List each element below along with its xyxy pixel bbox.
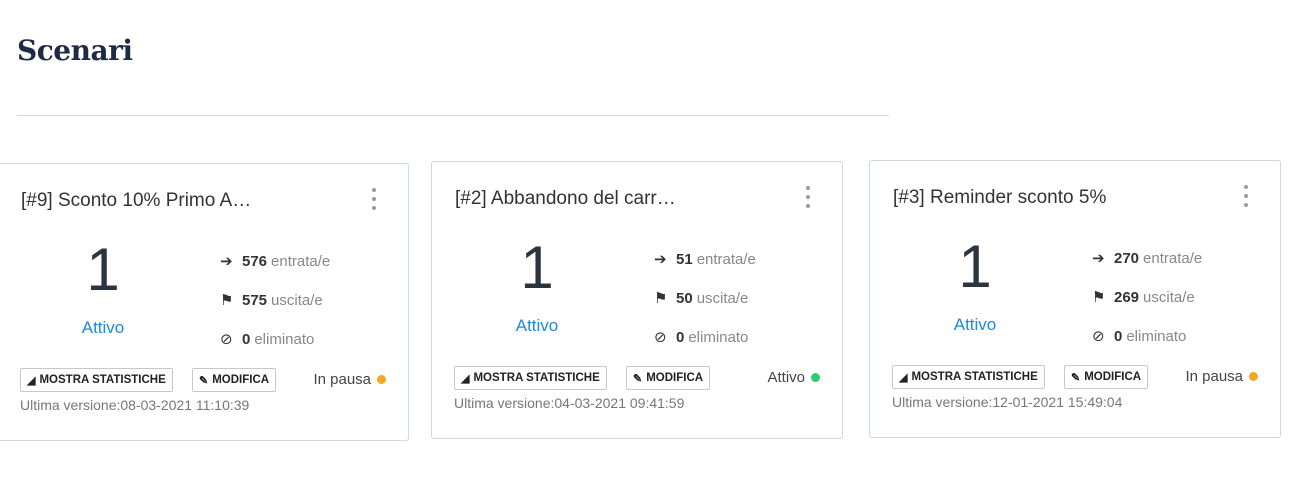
entered-stat: ➔ 576 entrata/e [220, 253, 330, 270]
show-stats-label: MOSTRA STATISTICHE [911, 371, 1038, 383]
exited-stat: ⚑ 575 uscita/e [220, 292, 323, 309]
deleted-value: 0 [242, 331, 251, 348]
title-divider [17, 115, 889, 116]
ban-icon: ⊘ [220, 331, 233, 348]
show-stats-button[interactable]: ◢ MOSTRA STATISTICHE [20, 368, 173, 392]
flag-checkered-icon: ⚑ [654, 290, 668, 307]
show-stats-button[interactable]: ◢ MOSTRA STATISTICHE [454, 366, 607, 390]
entered-label: entrata/e [1143, 250, 1203, 267]
ban-icon: ⊘ [654, 329, 667, 346]
scenario-card: [#9] Sconto 10% Primo A… 1 Attivo ➔ 576 … [0, 163, 409, 441]
flag-checkered-icon: ⚑ [220, 292, 234, 309]
status-label: In pausa [1185, 368, 1243, 385]
scenario-card: [#2] Abbandono del carr… 1 Attivo ➔ 51 e… [431, 161, 843, 439]
sign-in-icon: ➔ [654, 251, 667, 268]
entered-value: 270 [1114, 250, 1140, 267]
pencil-icon: ✎ [199, 374, 209, 387]
exited-stat: ⚑ 50 uscita/e [654, 290, 748, 307]
kebab-menu-icon[interactable] [370, 188, 378, 210]
pencil-icon: ✎ [633, 372, 643, 385]
entered-value: 51 [676, 251, 693, 268]
show-stats-label: MOSTRA STATISTICHE [473, 372, 600, 384]
active-count: 1 [958, 233, 992, 300]
active-label: Attivo [81, 318, 125, 337]
status-label: Attivo [767, 369, 805, 386]
status-dot [1249, 372, 1258, 381]
scenario-title[interactable]: [#3] Reminder sconto 5% [893, 187, 1106, 209]
sign-in-icon: ➔ [220, 253, 233, 270]
page-title: Scenari [17, 34, 133, 67]
active-count: 1 [86, 236, 120, 303]
exited-label: uscita/e [271, 292, 323, 309]
scenario-title[interactable]: [#2] Abbandono del carr… [455, 188, 676, 210]
entered-value: 576 [242, 253, 268, 270]
status-label: In pausa [313, 371, 371, 388]
scenario-title[interactable]: [#9] Sconto 10% Primo A… [21, 190, 251, 212]
active-count: 1 [520, 234, 554, 301]
area-chart-icon: ◢ [461, 372, 470, 385]
status-badge: In pausa [313, 371, 386, 388]
entered-stat: ➔ 51 entrata/e [654, 251, 756, 268]
deleted-stat: ⊘ 0 eliminato [654, 329, 748, 346]
area-chart-icon: ◢ [899, 371, 908, 384]
flag-checkered-icon: ⚑ [1092, 289, 1106, 306]
show-stats-button[interactable]: ◢ MOSTRA STATISTICHE [892, 365, 1045, 389]
exited-stat: ⚑ 269 uscita/e [1092, 289, 1195, 306]
show-stats-label: MOSTRA STATISTICHE [39, 374, 166, 386]
edit-button[interactable]: ✎ MODIFICA [1064, 365, 1149, 389]
edit-label: MODIFICA [212, 374, 270, 386]
entered-stat: ➔ 270 entrata/e [1092, 250, 1202, 267]
deleted-label: eliminato [254, 331, 315, 348]
edit-button[interactable]: ✎ MODIFICA [626, 366, 711, 390]
exited-value: 50 [676, 290, 693, 307]
kebab-menu-icon[interactable] [1242, 185, 1250, 207]
deleted-stat: ⊘ 0 eliminato [220, 331, 314, 348]
deleted-value: 0 [1114, 328, 1123, 345]
exited-value: 575 [242, 292, 268, 309]
entered-label: entrata/e [271, 253, 331, 270]
deleted-label: eliminato [1126, 328, 1187, 345]
sign-in-icon: ➔ [1092, 250, 1105, 267]
status-badge: Attivo [767, 369, 820, 386]
deleted-stat: ⊘ 0 eliminato [1092, 328, 1186, 345]
scenario-card: [#3] Reminder sconto 5% 1 Attivo ➔ 270 e… [869, 160, 1281, 438]
ban-icon: ⊘ [1092, 328, 1105, 345]
entered-label: entrata/e [696, 251, 756, 268]
status-dot [811, 373, 820, 382]
exited-value: 269 [1114, 289, 1140, 306]
edit-label: MODIFICA [646, 372, 704, 384]
exited-label: uscita/e [1143, 289, 1195, 306]
deleted-value: 0 [676, 329, 685, 346]
area-chart-icon: ◢ [27, 374, 36, 387]
last-version: Ultima versione:04-03-2021 09:41:59 [454, 395, 685, 411]
status-dot [377, 375, 386, 384]
last-version: Ultima versione:08-03-2021 11:10:39 [20, 397, 250, 413]
last-version: Ultima versione:12-01-2021 15:49:04 [892, 394, 1123, 410]
active-label: Attivo [953, 315, 997, 334]
pencil-icon: ✎ [1071, 371, 1081, 384]
exited-label: uscita/e [696, 290, 749, 307]
active-label: Attivo [515, 316, 559, 335]
edit-label: MODIFICA [1084, 371, 1142, 383]
edit-button[interactable]: ✎ MODIFICA [192, 368, 277, 392]
kebab-menu-icon[interactable] [804, 186, 812, 208]
deleted-label: eliminato [688, 329, 749, 346]
status-badge: In pausa [1185, 368, 1258, 385]
